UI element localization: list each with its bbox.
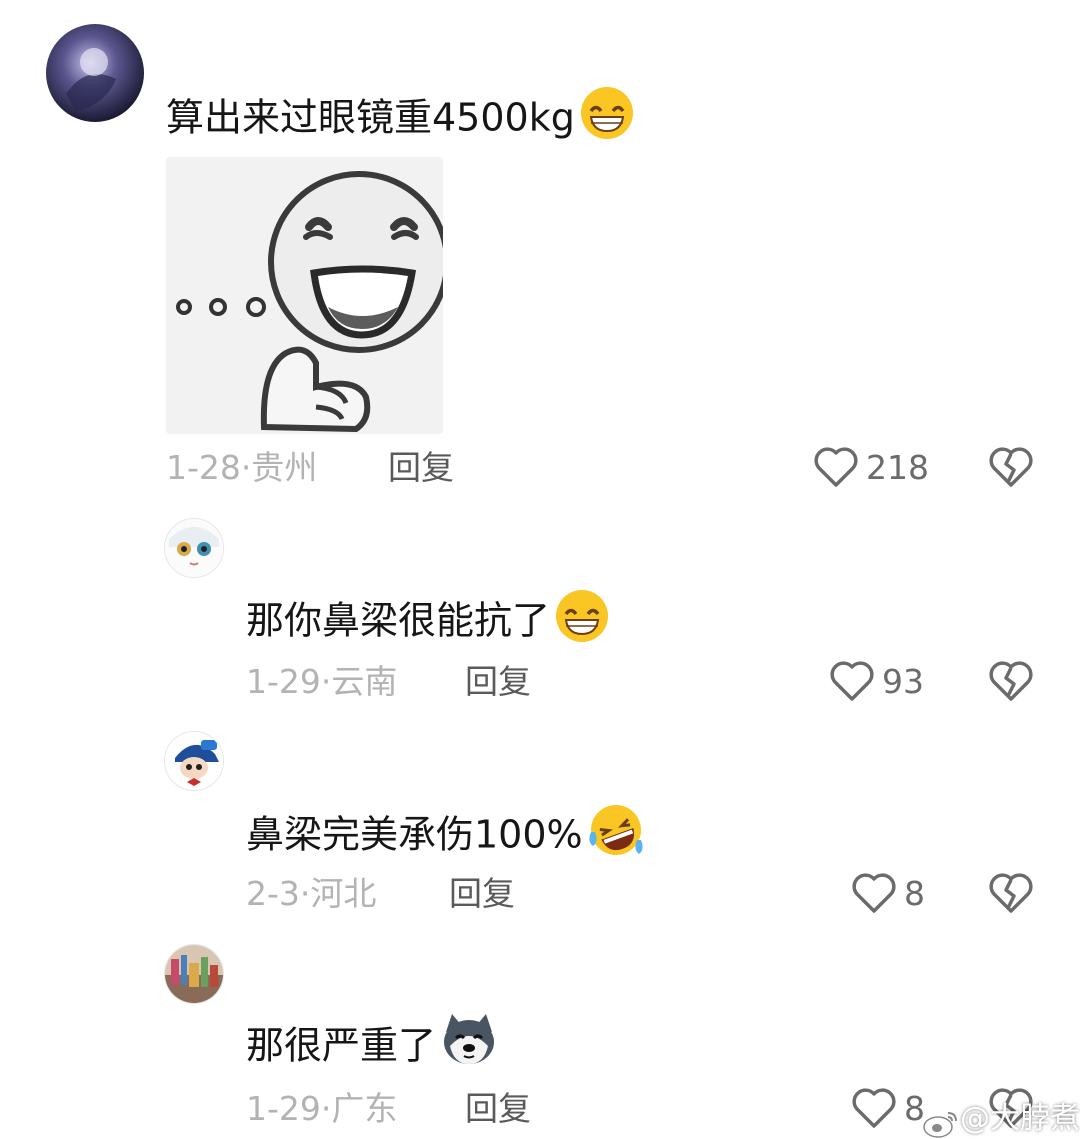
like-count: 218: [866, 448, 929, 487]
like-count: 8: [904, 874, 925, 913]
avatar[interactable]: [164, 731, 224, 791]
comment-text-content: 那你鼻梁很能抗了: [246, 598, 551, 643]
weibo-logo-icon: [922, 1109, 960, 1139]
comment-date: 2-3: [246, 874, 300, 913]
comment-text-content: 算出来过眼镜重4500kg: [166, 95, 575, 140]
watermark-text: @大脖煮: [960, 1101, 1080, 1136]
reply-button[interactable]: 回复: [465, 665, 531, 698]
comment-meta: 2-3·河北: [246, 877, 376, 910]
comment-meta: 1-28·贵州: [166, 451, 317, 484]
reply-button[interactable]: 回复: [388, 451, 454, 484]
grinning-sweat-emoji: [554, 588, 610, 650]
comment-location: 云南: [331, 662, 398, 701]
rolling-laughing-emoji: [587, 802, 645, 864]
comment-text: 那你鼻梁很能抗了: [246, 590, 610, 650]
comment-meta: 1-29·广东: [246, 1092, 397, 1125]
reply-button[interactable]: 回复: [449, 877, 515, 910]
heart-outline-icon[interactable]: [851, 1087, 897, 1129]
comment-date: 1-28: [166, 448, 241, 487]
date-separator: ·: [320, 1089, 332, 1128]
comment-text: 算出来过眼镜重4500kg: [166, 87, 635, 147]
heart-outline-icon[interactable]: [829, 660, 875, 702]
comment-location: 河北: [310, 874, 377, 913]
thinking-smile-sticker: [166, 157, 443, 434]
comment-location: 贵州: [251, 448, 318, 487]
heart-outline-icon[interactable]: [813, 446, 859, 488]
comment-meta: 1-29·云南: [246, 665, 397, 698]
date-separator: ·: [299, 874, 311, 913]
broken-heart-icon[interactable]: [988, 872, 1034, 914]
avatar[interactable]: [164, 518, 224, 578]
comment-text-content: 那很严重了: [246, 1023, 437, 1068]
avatar[interactable]: [46, 24, 144, 122]
comment-date: 1-29: [246, 1089, 321, 1128]
date-separator: ·: [320, 662, 332, 701]
heart-outline-icon[interactable]: [851, 872, 897, 914]
comment-text: 那很严重了: [246, 1014, 498, 1074]
comment-text-content: 鼻梁完美承伤100%: [246, 812, 583, 857]
broken-heart-icon[interactable]: [988, 446, 1034, 488]
grinning-sweat-emoji: [579, 85, 635, 147]
date-separator: ·: [240, 448, 252, 487]
comment-text: 鼻梁完美承伤100%: [246, 805, 645, 864]
comment-sticker-image[interactable]: [166, 157, 443, 434]
comment-location: 广东: [331, 1089, 398, 1128]
watermark: @大脖煮: [922, 1093, 1080, 1139]
broken-heart-icon[interactable]: [988, 660, 1034, 702]
avatar[interactable]: [164, 944, 224, 1004]
comment-date: 1-29: [246, 662, 321, 701]
husky-dog-emoji: [440, 1012, 498, 1074]
reply-button[interactable]: 回复: [465, 1092, 531, 1125]
like-count: 93: [882, 662, 924, 701]
